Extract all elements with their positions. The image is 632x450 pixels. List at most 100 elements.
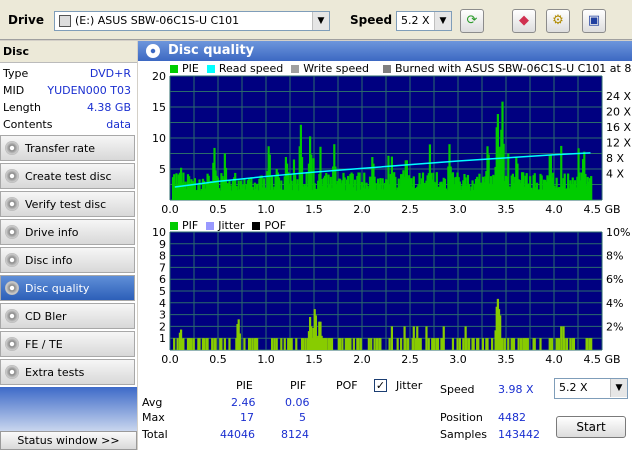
- max-pif: 5: [299, 411, 306, 424]
- y2-tick-label: 4%: [606, 297, 623, 310]
- x-tick-label: 4.0: [545, 353, 563, 366]
- disc-info-label: Length: [3, 101, 41, 114]
- x-tick-label: 1.5: [305, 353, 323, 366]
- max-pie: 17: [240, 411, 254, 424]
- bar: [176, 338, 179, 350]
- bar: [501, 338, 504, 350]
- bar: [330, 338, 334, 350]
- bar: [341, 338, 344, 350]
- bar: [198, 338, 201, 350]
- sidebar-item-disc-info[interactable]: Disc info: [0, 247, 135, 273]
- sidebar-item-create-test-disc[interactable]: Create test disc: [0, 163, 135, 189]
- row-max-label: Max: [142, 411, 165, 424]
- toolbar: Drive (E:) ASUS SBW-06C1S-U C101 ▼ Speed…: [0, 0, 632, 40]
- disc-icon: [5, 309, 19, 323]
- bar: [367, 338, 370, 350]
- sidebar-item-label: FE / TE: [25, 337, 63, 351]
- sidebar-item-transfer-rate[interactable]: Transfer rate: [0, 135, 135, 161]
- floppy-icon: ▣: [587, 13, 601, 28]
- bar: [349, 338, 352, 350]
- x-tick-label: 2.5: [401, 353, 419, 366]
- eraser-icon: ◆: [519, 13, 529, 28]
- status-window-button[interactable]: Status window >>: [0, 431, 137, 450]
- start-button[interactable]: Start: [556, 416, 626, 438]
- panel-title-text: Disc quality: [168, 43, 255, 58]
- bar: [256, 338, 259, 350]
- col-pif: PIF: [290, 379, 307, 392]
- drive-icon: [59, 15, 71, 27]
- drive-label: Drive: [8, 13, 44, 27]
- bar: [425, 326, 428, 350]
- sidebar-item-extra-tests[interactable]: Extra tests: [0, 359, 135, 385]
- chevron-down-icon[interactable]: ▼: [312, 12, 329, 30]
- sidebar-item-label: Create test disc: [25, 169, 112, 183]
- bar: [442, 326, 445, 350]
- sidebar-item-label: Disc info: [25, 253, 73, 267]
- avg-pif: 0.06: [285, 396, 310, 409]
- total-pie: 44046: [220, 428, 255, 441]
- samples-label: Samples: [440, 428, 487, 441]
- speed-readout-label: Speed: [440, 383, 475, 396]
- bar: [373, 338, 376, 350]
- speed-select-value: 5.2 X: [401, 14, 430, 27]
- y-tick-label: 1: [159, 332, 166, 345]
- x-tick-label: 1.0: [257, 353, 275, 366]
- jitter-checkbox[interactable]: ✓: [374, 379, 387, 392]
- sidebar-item-drive-info[interactable]: Drive info: [0, 219, 135, 245]
- disc-icon: [5, 253, 19, 267]
- bar: [249, 338, 252, 350]
- bar: [465, 338, 468, 350]
- bar: [283, 338, 286, 350]
- disc-icon: [5, 197, 19, 211]
- disc-info-value: 4.38 GB: [86, 101, 131, 114]
- bar: [539, 338, 542, 350]
- row-total-label: Total: [142, 428, 168, 441]
- bar: [228, 338, 231, 350]
- x-tick-label: 4.0: [545, 203, 563, 216]
- refresh-button[interactable]: ⟳: [460, 9, 484, 33]
- sidebar-item-cd-bler[interactable]: CD Bler: [0, 303, 135, 329]
- y2-tick-label: 10%: [606, 228, 630, 239]
- bar: [192, 338, 195, 350]
- chevron-down-icon[interactable]: ▼: [610, 379, 627, 397]
- x-tick-label: 0.5: [209, 353, 227, 366]
- bar: [400, 338, 403, 350]
- test-speed-select[interactable]: 5.2 X ▼: [554, 378, 628, 399]
- bar: [486, 338, 489, 350]
- bar: [352, 338, 355, 350]
- erase-button[interactable]: ◆: [512, 9, 536, 33]
- bar: [220, 338, 223, 350]
- bar: [238, 333, 241, 350]
- bar: [436, 338, 440, 350]
- bar: [295, 338, 298, 350]
- disc-info-value: data: [106, 118, 131, 131]
- disc-info-value: YUDEN000 T03: [47, 84, 131, 97]
- col-jitter: Jitter: [396, 379, 423, 392]
- disc-info-list: Type DVD+R MID YUDEN000 T03 Length 4.38 GB Con…: [0, 63, 137, 133]
- sidebar-item-verify-test-disc[interactable]: Verify test disc: [0, 191, 135, 217]
- bar: [359, 338, 362, 350]
- sidebar-item-fe-te[interactable]: FE / TE: [0, 331, 135, 357]
- bar: [451, 338, 455, 350]
- save-button[interactable]: ▣: [582, 9, 606, 33]
- options-button[interactable]: ⚙: [546, 9, 570, 33]
- bar: [273, 338, 276, 350]
- position-value: 4482: [498, 411, 526, 424]
- disc-info-row: Type DVD+R: [0, 65, 137, 82]
- disc-icon: [146, 44, 160, 58]
- sidebar-item-disc-quality[interactable]: Disc quality: [0, 275, 135, 301]
- pie-chart: 0.0 0.5 1.0 1.5 2.0 2.5 3.0 3.5 4.0 4.5 GB 20 15 10 5…: [152, 72, 631, 216]
- sidebar-item-label: CD Bler: [25, 309, 67, 323]
- bar: [563, 338, 566, 350]
- speed-select[interactable]: 5.2 X ▼: [396, 11, 452, 31]
- bar: [211, 338, 214, 350]
- test-speed-value: 5.2 X: [559, 381, 588, 394]
- sidebar-item-label: Verify test disc: [25, 197, 107, 211]
- bar: [280, 338, 283, 350]
- avg-pie: 2.46: [231, 396, 256, 409]
- bar: [467, 338, 471, 350]
- drive-select[interactable]: (E:) ASUS SBW-06C1S-U C101 ▼: [54, 11, 330, 31]
- x-tick-label: 0.0: [161, 203, 179, 216]
- bar: [406, 338, 410, 350]
- chevron-down-icon[interactable]: ▼: [434, 12, 451, 30]
